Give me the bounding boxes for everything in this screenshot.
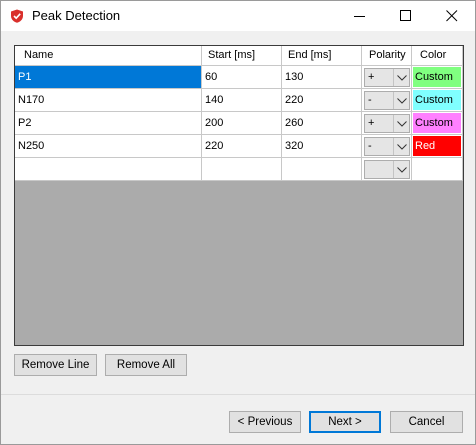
color-cell[interactable]: Custom [412, 66, 463, 89]
polarity-dropdown[interactable] [364, 160, 410, 179]
start-cell[interactable]: 200 [202, 112, 282, 135]
polarity-cell: + [362, 66, 412, 89]
polarity-value: + [368, 117, 375, 129]
polarity-cell: + [362, 112, 412, 135]
polarity-cell [362, 158, 412, 181]
footer-divider [1, 394, 475, 395]
start-cell[interactable] [202, 158, 282, 181]
color-cell[interactable]: Custom [412, 89, 463, 112]
close-button[interactable] [429, 1, 475, 31]
name-cell[interactable] [15, 158, 202, 181]
column-header-name[interactable]: Name [15, 46, 202, 66]
color-cell[interactable]: Custom [412, 112, 463, 135]
start-cell[interactable]: 140 [202, 89, 282, 112]
table-header: Name Start [ms] End [ms] Polarity Color [15, 46, 463, 66]
table-row[interactable] [15, 158, 463, 181]
polarity-value: - [368, 94, 372, 106]
polarity-dropdown[interactable]: - [364, 137, 410, 156]
column-header-color[interactable]: Color [412, 46, 463, 66]
close-icon [446, 10, 458, 22]
chevron-down-icon[interactable] [393, 92, 409, 109]
name-cell[interactable]: P1 [15, 66, 202, 89]
end-cell[interactable]: 220 [282, 89, 362, 112]
chevron-down-icon[interactable] [393, 69, 409, 86]
chevron-down-icon[interactable] [393, 115, 409, 132]
color-cell[interactable]: Red [412, 135, 463, 158]
table-row[interactable]: P2 200 260 + Custom [15, 112, 463, 135]
end-cell[interactable]: 320 [282, 135, 362, 158]
color-swatch[interactable]: Custom [413, 67, 461, 87]
title-bar[interactable]: Peak Detection [1, 1, 475, 31]
polarity-dropdown[interactable]: + [364, 114, 410, 133]
end-cell[interactable] [282, 158, 362, 181]
maximize-icon [400, 10, 411, 21]
color-cell[interactable] [412, 158, 463, 181]
polarity-dropdown[interactable]: - [364, 91, 410, 110]
name-cell[interactable]: P2 [15, 112, 202, 135]
color-swatch[interactable]: Custom [413, 90, 461, 110]
app-shield-icon [10, 9, 24, 23]
end-cell[interactable]: 130 [282, 66, 362, 89]
start-cell[interactable]: 60 [202, 66, 282, 89]
name-cell[interactable]: N250 [15, 135, 202, 158]
next-button[interactable]: Next > [309, 411, 381, 433]
polarity-value: - [368, 140, 372, 152]
color-swatch[interactable]: Red [413, 136, 461, 156]
column-header-polarity[interactable]: Polarity [362, 46, 412, 66]
polarity-cell: - [362, 135, 412, 158]
minimize-button[interactable] [337, 1, 383, 31]
start-cell[interactable]: 220 [202, 135, 282, 158]
maximize-button[interactable] [383, 1, 429, 31]
color-swatch[interactable]: Custom [413, 113, 461, 133]
polarity-value: + [368, 71, 375, 83]
cancel-button[interactable]: Cancel [390, 411, 463, 433]
peak-detection-dialog: Peak Detection Name Start [ms] End [ms] … [0, 0, 476, 445]
remove-line-button[interactable]: Remove Line [14, 354, 97, 376]
polarity-dropdown[interactable]: + [364, 68, 410, 87]
remove-all-button[interactable]: Remove All [105, 354, 187, 376]
table-row[interactable]: N250 220 320- Red [15, 135, 463, 158]
chevron-down-icon[interactable] [393, 138, 409, 155]
chevron-down-icon[interactable] [393, 161, 409, 178]
polarity-cell: - [362, 89, 412, 112]
color-swatch[interactable] [413, 159, 461, 179]
previous-button[interactable]: < Previous [229, 411, 301, 433]
column-header-end[interactable]: End [ms] [282, 46, 362, 66]
peak-table[interactable]: Name Start [ms] End [ms] Polarity Color … [14, 45, 464, 346]
column-header-start[interactable]: Start [ms] [202, 46, 282, 66]
table-row[interactable]: P1 60 130 + Custom [15, 66, 463, 89]
window-title: Peak Detection [32, 8, 121, 23]
name-cell[interactable]: N170 [15, 89, 202, 112]
table-row[interactable]: N170 140 220- Custom [15, 89, 463, 112]
end-cell[interactable]: 260 [282, 112, 362, 135]
minimize-icon [354, 16, 365, 17]
